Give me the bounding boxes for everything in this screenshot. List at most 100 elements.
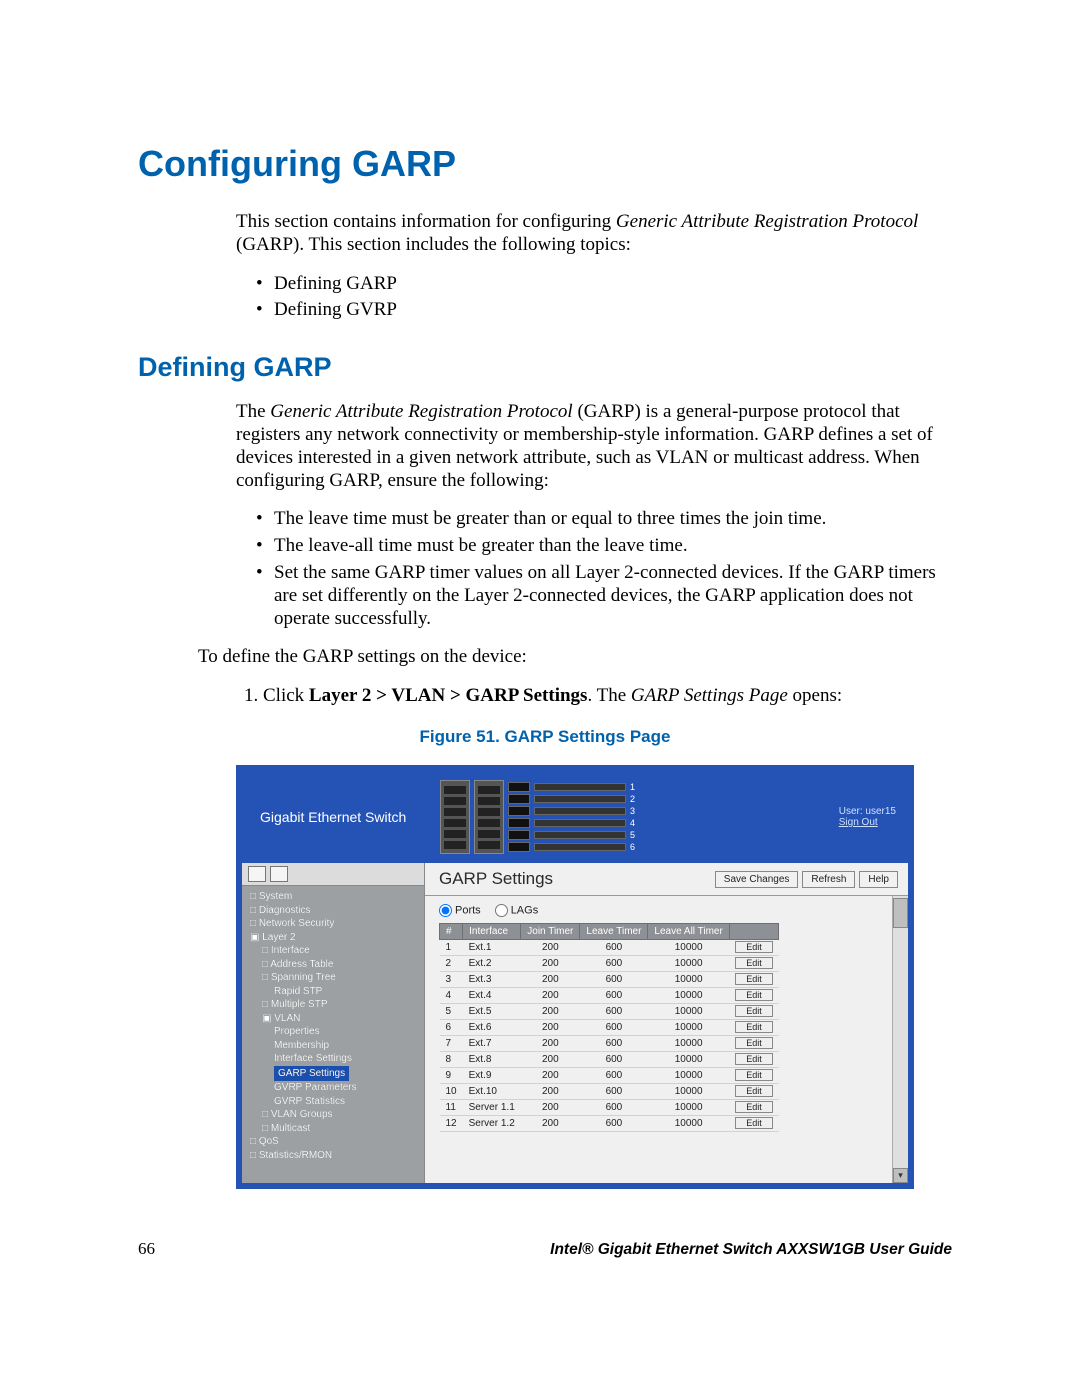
cell: 2 <box>440 956 463 972</box>
table-row: 7Ext.720060010000Edit <box>440 1036 779 1052</box>
content-pane: GARP Settings Save Changes Refresh Help … <box>425 863 908 1183</box>
intro-paragraph: This section contains information for co… <box>236 211 952 257</box>
content-title: GARP Settings <box>439 869 553 889</box>
cell: 10000 <box>648 1052 729 1068</box>
table-row: 9Ext.920060010000Edit <box>440 1068 779 1084</box>
cell: 10000 <box>648 1084 729 1100</box>
scroll-down-icon[interactable]: ▾ <box>893 1168 908 1183</box>
cell: 200 <box>521 1100 580 1116</box>
nav-item[interactable]: GARP Settings <box>250 1066 418 1082</box>
figure-caption: Figure 51. GARP Settings Page <box>138 727 952 747</box>
table-row: 4Ext.420060010000Edit <box>440 988 779 1004</box>
nav-item[interactable]: □ Address Table <box>250 958 418 972</box>
edit-button[interactable]: Edit <box>735 1117 773 1129</box>
nav-expand-icon[interactable] <box>270 866 288 882</box>
nav-collapse-icon[interactable] <box>248 866 266 882</box>
list-item: Set the same GARP timer values on all La… <box>256 560 952 632</box>
nav-item[interactable]: □ System <box>250 890 418 904</box>
garp-table: #InterfaceJoin TimerLeave TimerLeave All… <box>439 923 779 1132</box>
cell: 6 <box>440 1020 463 1036</box>
scroll-thumb[interactable] <box>893 898 908 928</box>
cell: Ext.4 <box>463 988 521 1004</box>
help-button[interactable]: Help <box>859 871 898 888</box>
nav-item[interactable]: □ Statistics/RMON <box>250 1149 418 1163</box>
edit-button[interactable]: Edit <box>735 973 773 985</box>
cell: 11 <box>440 1100 463 1116</box>
cell: Ext.2 <box>463 956 521 972</box>
col-header: # <box>440 924 463 940</box>
table-row: 5Ext.520060010000Edit <box>440 1004 779 1020</box>
nav-item[interactable]: Interface Settings <box>250 1052 418 1066</box>
edit-button[interactable]: Edit <box>735 941 773 953</box>
user-block: User: user15 Sign Out <box>839 806 896 828</box>
page-title-h1: Configuring GARP <box>138 143 952 185</box>
edit-button[interactable]: Edit <box>735 1021 773 1033</box>
radio-ports[interactable]: Ports <box>439 904 481 917</box>
edit-button[interactable]: Edit <box>735 957 773 969</box>
para2-a: The <box>236 401 270 422</box>
edit-button[interactable]: Edit <box>735 1101 773 1113</box>
nav-item[interactable]: Properties <box>250 1025 418 1039</box>
nav-item[interactable]: ▣ VLAN <box>250 1012 418 1026</box>
table-row: 3Ext.320060010000Edit <box>440 972 779 988</box>
edit-button[interactable]: Edit <box>735 1053 773 1065</box>
col-header: Join Timer <box>521 924 580 940</box>
intro-c: (GARP). This section includes the follow… <box>236 234 631 255</box>
edit-button[interactable]: Edit <box>735 1037 773 1049</box>
cell: 200 <box>521 1068 580 1084</box>
cell: 600 <box>580 1068 648 1084</box>
refresh-button[interactable]: Refresh <box>802 871 855 888</box>
step1-c: . The <box>587 685 630 706</box>
edit-button[interactable]: Edit <box>735 1085 773 1097</box>
nav-item[interactable]: GVRP Statistics <box>250 1095 418 1109</box>
cell: 10000 <box>648 1068 729 1084</box>
nav-item[interactable]: Membership <box>250 1039 418 1053</box>
nav-item[interactable]: □ Multiple STP <box>250 998 418 1012</box>
scrollbar[interactable]: ▾ <box>892 896 908 1183</box>
cell: Ext.6 <box>463 1020 521 1036</box>
step1-d: GARP Settings Page <box>631 685 788 706</box>
save-changes-button[interactable]: Save Changes <box>715 871 799 888</box>
sign-out-link[interactable]: Sign Out <box>839 817 896 828</box>
table-row: 11Server 1.120060010000Edit <box>440 1100 779 1116</box>
nav-item[interactable]: □ QoS <box>250 1135 418 1149</box>
step1-a: Click <box>263 685 309 706</box>
edit-button[interactable]: Edit <box>735 1005 773 1017</box>
nav-item[interactable]: □ Multicast <box>250 1122 418 1136</box>
edit-button[interactable]: Edit <box>735 1069 773 1081</box>
nav-item[interactable]: ▣ Layer 2 <box>250 931 418 945</box>
nav-item[interactable]: □ Diagnostics <box>250 904 418 918</box>
cell: Ext.5 <box>463 1004 521 1020</box>
nav-item[interactable]: Rapid STP <box>250 985 418 999</box>
table-row: 2Ext.220060010000Edit <box>440 956 779 972</box>
cell: 600 <box>580 1020 648 1036</box>
nav-item[interactable]: □ VLAN Groups <box>250 1108 418 1122</box>
step-1: Click Layer 2 > VLAN > GARP Settings. Th… <box>263 683 952 709</box>
shot-header: Gigabit Ethernet Switch 1 2 3 4 5 6 User… <box>242 771 908 863</box>
page-footer: 66 Intel® Gigabit Ethernet Switch AXXSW1… <box>138 1239 952 1259</box>
radio-lags[interactable]: LAGs <box>495 904 539 917</box>
col-header: Leave Timer <box>580 924 648 940</box>
screenshot-garp-settings: Gigabit Ethernet Switch 1 2 3 4 5 6 User… <box>236 765 914 1189</box>
nav-item[interactable]: □ Interface <box>250 944 418 958</box>
cell: 5 <box>440 1004 463 1020</box>
edit-button[interactable]: Edit <box>735 989 773 1001</box>
cell: 600 <box>580 1052 648 1068</box>
cell: 9 <box>440 1068 463 1084</box>
table-row: 10Ext.1020060010000Edit <box>440 1084 779 1100</box>
nav-item[interactable]: □ Spanning Tree <box>250 971 418 985</box>
doc-title: Intel® Gigabit Ethernet Switch AXXSW1GB … <box>550 1241 952 1259</box>
cell: 600 <box>580 956 648 972</box>
cell: 10000 <box>648 1116 729 1132</box>
list-item: Defining GVRP <box>256 297 952 324</box>
steps-list: Click Layer 2 > VLAN > GARP Settings. Th… <box>236 683 952 709</box>
cell: Ext.7 <box>463 1036 521 1052</box>
cell: Ext.8 <box>463 1052 521 1068</box>
cell: 10000 <box>648 1004 729 1020</box>
cell: Ext.10 <box>463 1084 521 1100</box>
cell: Server 1.2 <box>463 1116 521 1132</box>
nav-item[interactable]: GVRP Parameters <box>250 1081 418 1095</box>
col-header: Interface <box>463 924 521 940</box>
nav-item[interactable]: □ Network Security <box>250 917 418 931</box>
table-row: 12Server 1.220060010000Edit <box>440 1116 779 1132</box>
